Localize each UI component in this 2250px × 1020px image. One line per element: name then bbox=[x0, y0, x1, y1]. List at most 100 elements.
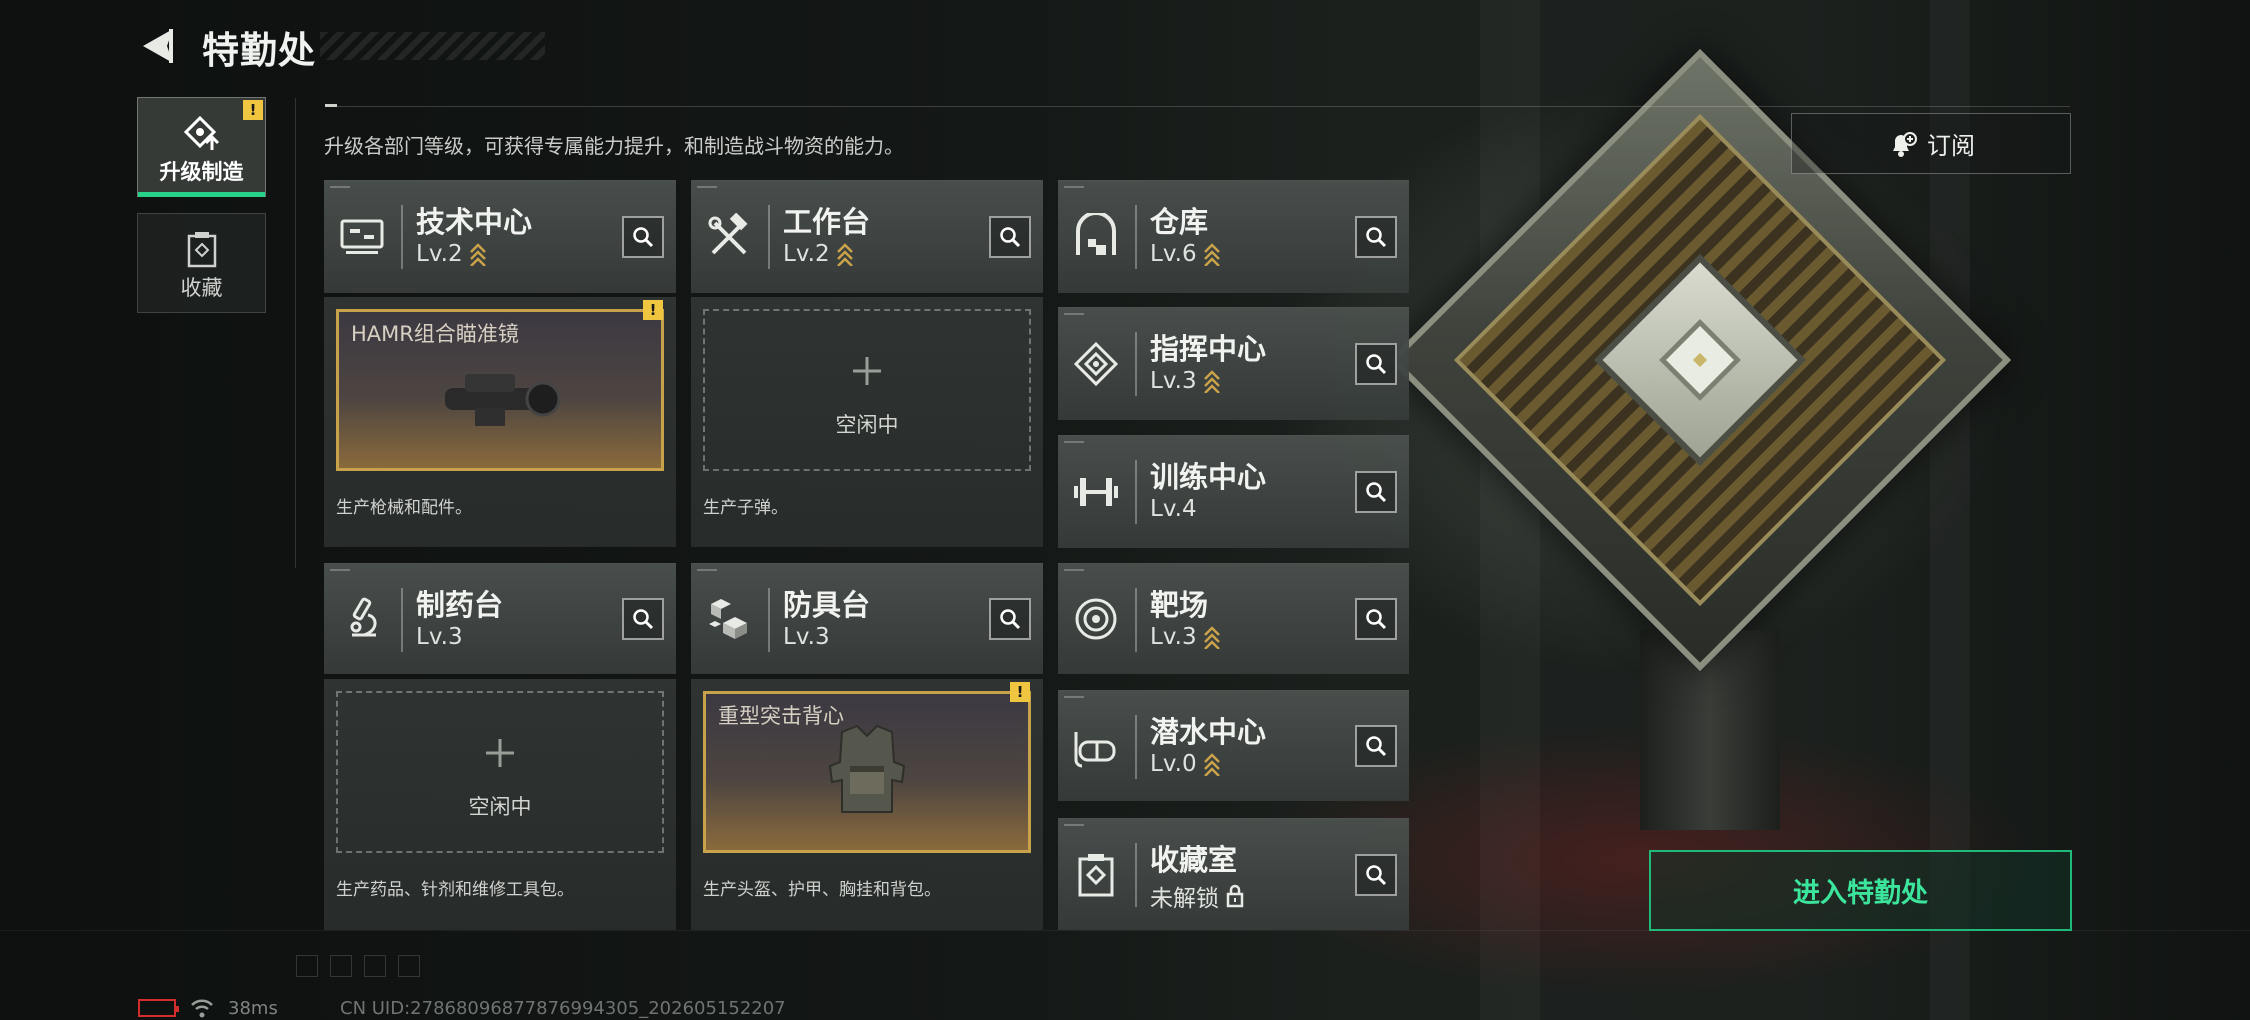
idle-status: 空闲中 bbox=[835, 413, 899, 437]
empty-production-slot[interactable]: 空闲中 bbox=[336, 691, 664, 853]
facility-card-collection-room[interactable]: 收藏室 未解锁 bbox=[1058, 818, 1409, 930]
facility-level: Lv.3 bbox=[783, 624, 830, 650]
facility-card-command-center[interactable]: 指挥中心 Lv.3 bbox=[1058, 307, 1409, 420]
production-slot-armor-bench[interactable]: 重型突击背心 ! 生产头盔、护甲、胸挂和背包。 bbox=[691, 679, 1043, 930]
plus-icon bbox=[853, 357, 881, 385]
facility-name: 工作台 bbox=[783, 205, 871, 239]
empty-production-slot[interactable]: 空闲中 bbox=[703, 309, 1031, 471]
facility-card-warehouse[interactable]: 仓库 Lv.6 bbox=[1058, 180, 1409, 293]
warning-badge: ! bbox=[643, 300, 663, 320]
facility-card-workbench[interactable]: 工作台 Lv.2 bbox=[691, 180, 1043, 293]
decorative-squares bbox=[296, 955, 420, 977]
upgrade-available-icon bbox=[1203, 753, 1220, 776]
production-item-box[interactable]: 重型突击背心 ! bbox=[703, 682, 1031, 853]
facility-search-button[interactable] bbox=[989, 216, 1031, 258]
target-icon bbox=[1075, 598, 1117, 640]
facility-level: Lv.6 bbox=[1150, 241, 1197, 267]
facility-search-button[interactable] bbox=[989, 598, 1031, 640]
facility-name: 仓库 bbox=[1150, 205, 1209, 239]
user-uid: CN UID:27868096877876994305_202605152207 bbox=[340, 998, 786, 1019]
battery-low-icon bbox=[138, 999, 179, 1017]
facility-card-tech-center[interactable]: 技术中心 Lv.2 bbox=[324, 180, 676, 293]
facility-name: 潜水中心 bbox=[1150, 715, 1267, 749]
facility-description: 生产枪械和配件。 bbox=[336, 498, 472, 518]
enter-label: 进入特勤处 bbox=[1793, 878, 1928, 909]
header-divider bbox=[325, 106, 2070, 107]
facility-search-button[interactable] bbox=[1355, 725, 1397, 767]
facility-level: Lv.3 bbox=[1150, 368, 1197, 394]
ping-value: 38ms bbox=[228, 997, 278, 1019]
back-arrow-icon bbox=[143, 29, 173, 63]
title-decoration bbox=[320, 32, 545, 60]
tab-label: 升级制造 bbox=[159, 160, 244, 184]
diving-mask-icon bbox=[1074, 732, 1116, 768]
collection-icon bbox=[187, 232, 216, 268]
facility-name: 防具台 bbox=[783, 588, 871, 622]
facility-level: Lv.2 bbox=[416, 241, 463, 267]
upgrade-available-icon bbox=[1203, 370, 1220, 393]
search-icon bbox=[1000, 609, 1021, 630]
tab-collection[interactable]: 收藏 bbox=[137, 213, 266, 313]
scope-item-image bbox=[445, 374, 561, 426]
facility-name: 技术中心 bbox=[416, 205, 533, 239]
collection-icon bbox=[1078, 853, 1114, 896]
facility-search-button[interactable] bbox=[622, 216, 664, 258]
upgrade-available-icon bbox=[1203, 626, 1220, 649]
idle-status: 空闲中 bbox=[468, 795, 532, 819]
page-description: 升级各部门等级，可获得专属能力提升，和制造战斗物资的能力。 bbox=[324, 134, 904, 158]
production-slot-tech-center[interactable]: HAMR组合瞄准镜 ! 生产枪械和配件。 bbox=[324, 297, 676, 547]
wifi-icon bbox=[191, 999, 213, 1018]
facility-card-armor-bench[interactable]: 防具台 Lv.3 bbox=[691, 563, 1043, 674]
hammer-wrench-icon bbox=[708, 213, 748, 255]
bell-plus-icon bbox=[1893, 131, 1917, 157]
search-icon bbox=[1366, 227, 1387, 248]
enter-special-ops-button[interactable]: 进入特勤处 bbox=[1649, 850, 2072, 931]
facility-card-shooting-range[interactable]: 靶场 Lv.3 bbox=[1058, 563, 1409, 674]
warehouse-icon bbox=[1076, 213, 1116, 255]
subscribe-label: 订阅 bbox=[1927, 132, 1975, 160]
search-icon bbox=[1366, 482, 1387, 503]
cube-core bbox=[1693, 353, 1707, 367]
facility-level: Lv.3 bbox=[1150, 624, 1197, 650]
production-slot-workbench[interactable]: 空闲中 生产子弹。 bbox=[691, 297, 1043, 547]
facility-card-diving-center[interactable]: 潜水中心 Lv.0 bbox=[1058, 690, 1409, 801]
facility-search-button[interactable] bbox=[1355, 598, 1397, 640]
search-icon bbox=[633, 227, 654, 248]
back-button[interactable] bbox=[138, 24, 178, 68]
upgrade-available-icon bbox=[836, 243, 853, 266]
monitor-icon bbox=[340, 219, 384, 254]
production-item-box[interactable]: HAMR组合瞄准镜 ! bbox=[336, 300, 664, 471]
facility-search-button[interactable] bbox=[622, 598, 664, 640]
tab-upgrade-craft[interactable]: 升级制造 ! bbox=[137, 97, 266, 197]
facility-name: 靶场 bbox=[1150, 588, 1209, 622]
lock-icon bbox=[1226, 884, 1244, 908]
facility-description: 生产子弹。 bbox=[703, 498, 788, 518]
vest-item-image bbox=[828, 724, 906, 813]
facility-search-button[interactable] bbox=[1355, 216, 1397, 258]
facility-card-training-center[interactable]: 训练中心 Lv.4 bbox=[1058, 435, 1409, 548]
production-slot-pharmacy[interactable]: 空闲中 生产药品、针剂和维修工具包。 bbox=[324, 679, 676, 930]
facility-search-button[interactable] bbox=[1355, 853, 1397, 896]
status-bar: 38ms bbox=[138, 996, 278, 1020]
subscribe-button[interactable]: 订阅 bbox=[1791, 113, 2071, 174]
tab-label: 收藏 bbox=[180, 276, 223, 300]
facility-name: 训练中心 bbox=[1150, 460, 1267, 494]
facility-description: 生产药品、针剂和维修工具包。 bbox=[336, 880, 574, 900]
facility-card-pharmacy[interactable]: 制药台 Lv.3 bbox=[324, 563, 676, 674]
facility-name: 收藏室 bbox=[1150, 843, 1238, 877]
facility-name: 制药台 bbox=[416, 588, 504, 622]
search-icon bbox=[633, 609, 654, 630]
facility-level: Lv.2 bbox=[783, 241, 830, 267]
search-icon bbox=[1366, 864, 1387, 885]
facility-description: 生产头盔、护甲、胸挂和背包。 bbox=[703, 880, 941, 900]
dumbbell-icon bbox=[1074, 478, 1118, 506]
boxes-icon bbox=[709, 599, 747, 639]
facility-level: 未解锁 bbox=[1150, 886, 1219, 912]
production-item-name: HAMR组合瞄准镜 bbox=[351, 322, 519, 346]
page-title: 特勤处 bbox=[202, 29, 316, 72]
facility-search-button[interactable] bbox=[1355, 471, 1397, 513]
search-icon bbox=[1366, 354, 1387, 375]
upgrade-craft-icon bbox=[183, 115, 219, 150]
facility-search-button[interactable] bbox=[1355, 343, 1397, 385]
plus-icon bbox=[486, 739, 514, 767]
